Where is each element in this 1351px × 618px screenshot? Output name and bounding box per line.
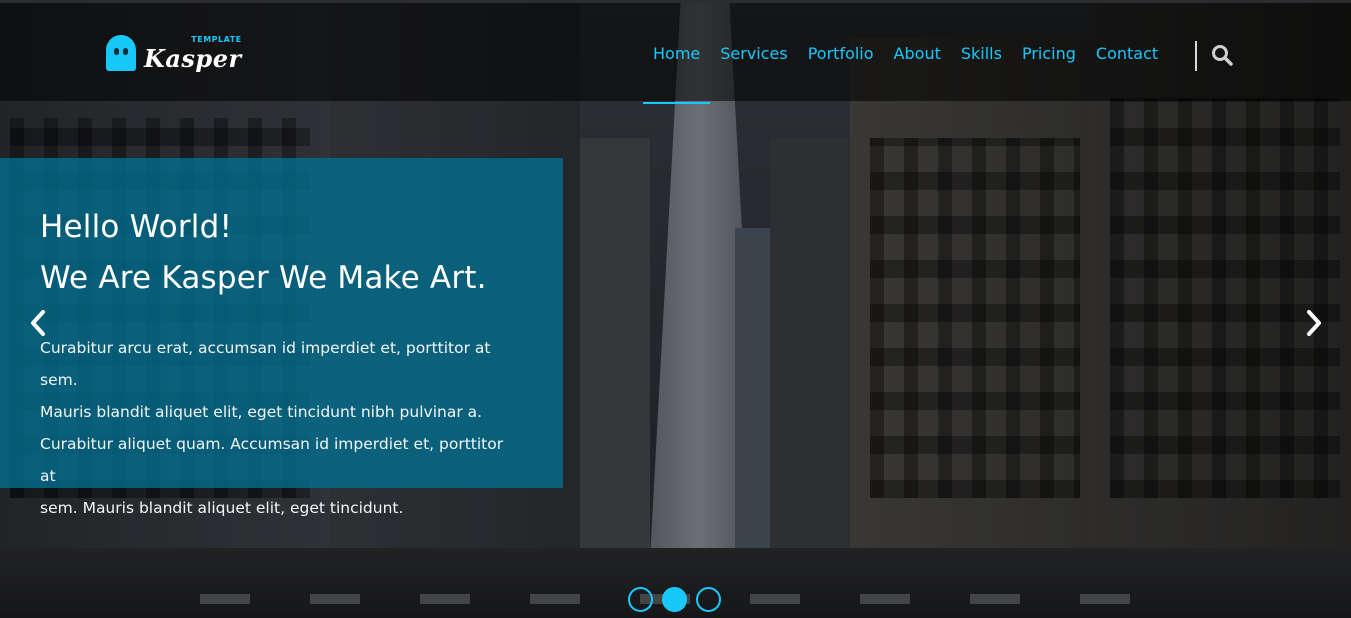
slide-title-line-1: Hello World! (40, 209, 233, 245)
slide-title: Hello World! We Are Kasper We Make Art. (40, 202, 523, 304)
nav-item-home[interactable]: Home (643, 3, 711, 104)
carousel-dot-2[interactable] (662, 587, 687, 612)
nav-item-about[interactable]: About (884, 3, 951, 104)
slide-caption-box: Hello World! We Are Kasper We Make Art. … (0, 158, 563, 517)
hero-section: TEMPLATE Kasper Home Services Portfolio … (0, 0, 1351, 618)
nav-item-skills[interactable]: Skills (951, 3, 1012, 104)
ghost-icon (106, 35, 136, 71)
search-icon[interactable] (1211, 44, 1233, 66)
logo[interactable]: TEMPLATE Kasper (106, 35, 242, 73)
slide-description: Curabitur arcu erat, accumsan id imperdi… (40, 339, 504, 517)
nav-item-contact[interactable]: Contact (1086, 3, 1168, 104)
carousel-dot-3[interactable] (696, 587, 721, 612)
site-header: TEMPLATE Kasper Home Services Portfolio … (0, 0, 1351, 104)
slide-title-line-2: We Are Kasper We Make Art. (40, 260, 487, 296)
carousel-indicators (628, 587, 721, 612)
nav-item-pricing[interactable]: Pricing (1012, 3, 1086, 104)
nav-item-services[interactable]: Services (710, 3, 797, 104)
main-nav: Home Services Portfolio About Skills Pri… (643, 3, 1168, 104)
logo-tag: TEMPLATE (191, 35, 242, 44)
nav-item-portfolio[interactable]: Portfolio (798, 3, 884, 104)
nav-divider (1195, 41, 1197, 71)
chevron-left-icon[interactable] (24, 306, 54, 340)
logo-name: Kasper (144, 44, 242, 73)
carousel-dot-1[interactable] (628, 587, 653, 612)
chevron-right-icon[interactable] (1300, 306, 1330, 340)
